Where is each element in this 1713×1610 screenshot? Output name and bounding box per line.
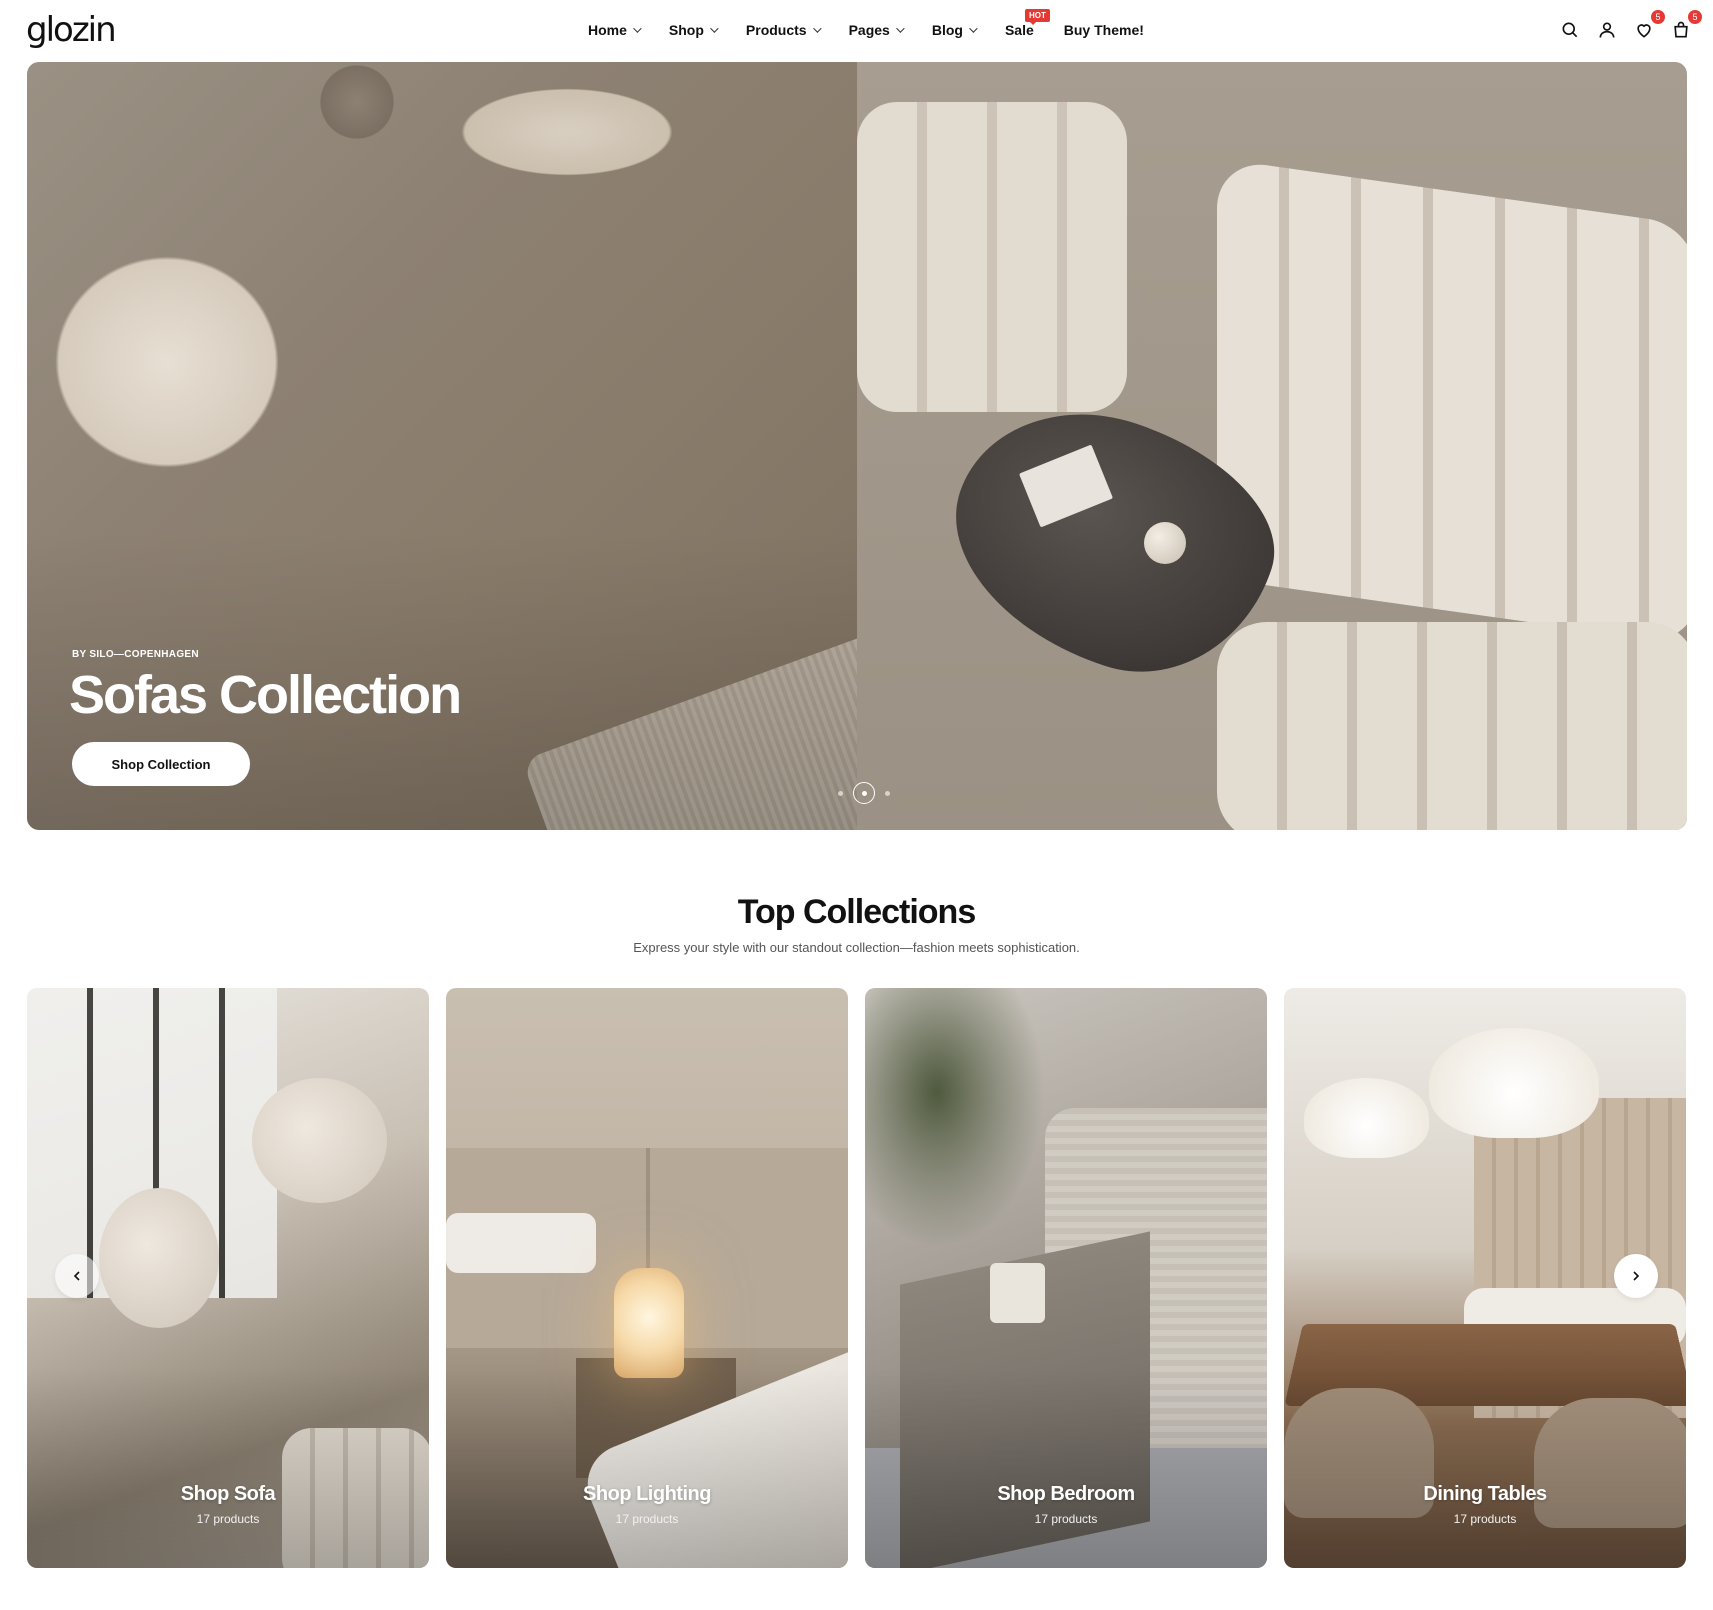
card-image xyxy=(1304,1078,1429,1158)
hero-sofa-graphic xyxy=(1217,158,1687,646)
nav-pages-label: Pages xyxy=(848,22,890,38)
chevron-down-icon xyxy=(812,24,822,33)
hero-ball-graphic xyxy=(1144,522,1186,564)
user-icon[interactable] xyxy=(1595,18,1619,42)
chevron-down-icon xyxy=(896,24,905,33)
nav-buy-theme-label: Buy Theme! xyxy=(1063,22,1144,38)
nav-home-label: Home xyxy=(588,22,627,38)
hero-image-right xyxy=(857,62,1687,830)
carousel-prev-button[interactable] xyxy=(55,1254,99,1298)
hot-badge: HOT xyxy=(1024,9,1050,25)
carousel-next-button[interactable] xyxy=(1614,1254,1658,1298)
collection-card[interactable]: Shop Bedroom 17 products xyxy=(865,988,1267,1568)
chevron-down-icon xyxy=(969,24,978,33)
header-actions: 5 5 xyxy=(1545,10,1702,42)
nav-buy-theme[interactable]: Buy Theme! xyxy=(1064,22,1144,38)
nav-shop[interactable]: Shop xyxy=(668,22,719,38)
card-image xyxy=(252,1078,387,1203)
collections-carousel: Shop Sofa 17 products Shop Lighting 17 p… xyxy=(27,988,1687,1568)
nav-blog[interactable]: Blog xyxy=(931,22,978,38)
slider-dot[interactable] xyxy=(838,790,843,796)
collection-count: 17 products xyxy=(1034,1512,1098,1526)
card-overlay xyxy=(27,1368,429,1568)
slider-dot[interactable] xyxy=(885,790,890,796)
hero-subtitle: BY SILO—COPENHAGEN xyxy=(72,649,199,660)
card-image xyxy=(614,1268,684,1378)
hero-title: Sofas Collection xyxy=(69,665,462,725)
cart-count-badge: 5 xyxy=(1688,10,1702,24)
card-image xyxy=(865,988,1045,1248)
hero-sofa-graphic xyxy=(1217,622,1687,830)
main-nav: Home Shop Products Pages Blog Sale HOT B… xyxy=(588,9,1174,38)
nav-products[interactable]: Products xyxy=(745,22,822,38)
hero-sofa-graphic xyxy=(857,102,1127,412)
card-overlay xyxy=(865,1368,1267,1568)
collection-title[interactable]: Shop Sofa xyxy=(27,1483,429,1506)
card-overlay xyxy=(446,1368,848,1568)
collection-title[interactable]: Shop Lighting xyxy=(446,1483,848,1506)
section-title: Top Collections xyxy=(737,893,976,931)
nav-blog-label: Blog xyxy=(931,22,963,38)
logo[interactable]: glozin xyxy=(26,10,117,50)
collection-title[interactable]: Dining Tables xyxy=(1284,1483,1686,1506)
nav-shop-label: Shop xyxy=(668,22,704,38)
site-header: glozin Home Shop Products Pages Blog Sal… xyxy=(0,0,1713,62)
card-image xyxy=(990,1263,1045,1323)
chevron-down-icon xyxy=(633,24,642,33)
slider-pagination xyxy=(830,782,898,804)
nav-sale[interactable]: Sale HOT xyxy=(1005,9,1050,38)
nav-pages[interactable]: Pages xyxy=(848,22,905,38)
collection-count: 17 products xyxy=(615,1512,679,1526)
card-image xyxy=(446,1213,596,1273)
collection-count: 17 products xyxy=(196,1512,260,1526)
collection-count: 17 products xyxy=(1453,1512,1517,1526)
nav-home[interactable]: Home xyxy=(588,22,642,38)
nav-products-label: Products xyxy=(745,22,807,38)
search-icon[interactable] xyxy=(1558,18,1582,42)
wishlist-icon[interactable]: 5 xyxy=(1632,10,1665,42)
hero-slider: BY SILO—COPENHAGEN Sofas Collection Shop… xyxy=(27,62,1687,830)
card-overlay xyxy=(1284,1368,1686,1568)
chevron-left-icon xyxy=(73,1271,80,1281)
cart-icon[interactable]: 5 xyxy=(1669,10,1702,42)
chevron-right-icon xyxy=(1633,1271,1640,1281)
slider-dot-active[interactable] xyxy=(853,782,875,804)
chevron-down-icon xyxy=(710,24,719,33)
shop-collection-button[interactable]: Shop Collection xyxy=(72,742,250,786)
collection-card[interactable]: Shop Lighting 17 products xyxy=(446,988,848,1568)
card-image xyxy=(1429,1028,1599,1138)
card-image xyxy=(99,1188,219,1328)
collection-title[interactable]: Shop Bedroom xyxy=(865,1483,1267,1506)
section-subtitle: Express your style with our standout col… xyxy=(633,940,1080,955)
wishlist-count-badge: 5 xyxy=(1651,10,1665,24)
